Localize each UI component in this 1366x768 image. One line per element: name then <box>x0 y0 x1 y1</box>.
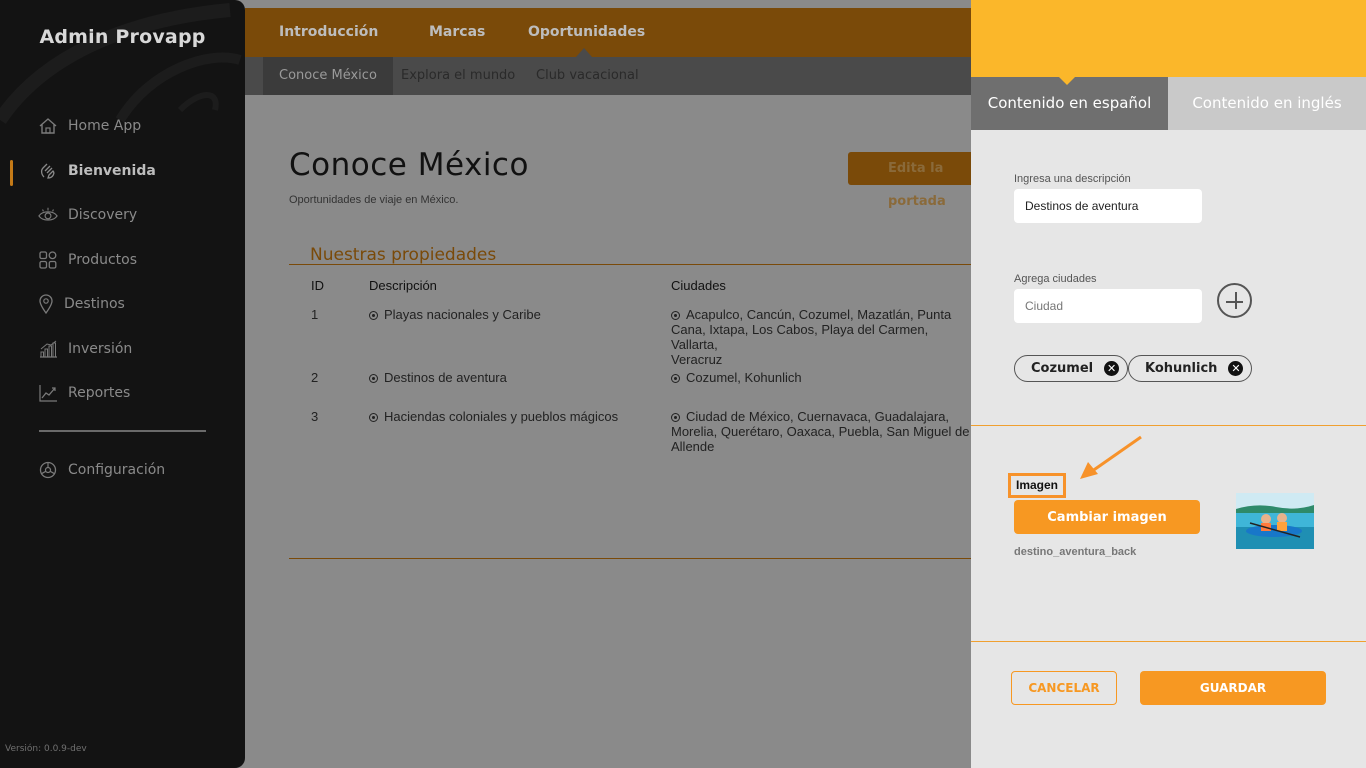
tab-marcas[interactable]: Marcas <box>429 24 485 40</box>
table-cell-id: 1 <box>311 307 319 322</box>
tab-contenido-ingles[interactable]: Contenido en inglés <box>1168 77 1366 130</box>
cities-label: Agrega ciudades <box>1014 273 1097 285</box>
image-thumbnail <box>1236 493 1314 549</box>
sidebar-item-label: Destinos <box>64 296 125 312</box>
bullet-icon <box>671 311 680 321</box>
cancel-button[interactable]: CANCELAR <box>1011 671 1117 705</box>
main-content: Conoce México Oportunidades de viaje en … <box>245 95 998 768</box>
active-indicator <box>10 160 13 186</box>
sidebar-item-label: Home App <box>68 118 142 134</box>
add-city-button[interactable] <box>1217 283 1252 318</box>
table-cell-description: Playas nacionales y Caribe <box>369 307 541 322</box>
subtab-club-vacacional[interactable]: Club vacacional <box>536 57 639 95</box>
description-label: Ingresa una descripción <box>1014 173 1131 185</box>
change-image-button[interactable]: Cambiar imagen <box>1014 500 1200 534</box>
sidebar-item-label: Inversión <box>68 341 133 357</box>
table-cell-description: Haciendas coloniales y pueblos mágicos <box>369 409 618 424</box>
sub-navigation: Conoce México Explora el mundo Club vaca… <box>245 57 971 95</box>
sidebar-item-home-app[interactable]: Home App <box>38 114 141 138</box>
sidebar: Admin Provapp Home App Bienvenida Discov… <box>0 0 245 768</box>
bullet-icon <box>671 413 680 423</box>
top-navigation: Introducción Marcas Oportunidades <box>245 8 971 57</box>
page-subtitle: Oportunidades de viaje en México. <box>289 194 459 206</box>
annotation-arrow-icon <box>1080 435 1142 479</box>
column-header-ciudades: Ciudades <box>671 278 726 293</box>
sidebar-item-destinos[interactable]: Destinos <box>38 292 125 316</box>
panel-divider <box>971 425 1366 426</box>
column-header-descripcion: Descripción <box>369 278 437 293</box>
edit-panel: Contenido en español Contenido en inglés… <box>971 0 1366 768</box>
sidebar-item-configuracion[interactable]: Configuración <box>38 458 165 482</box>
close-icon[interactable]: ✕ <box>1104 361 1120 376</box>
eye-icon <box>38 205 58 225</box>
description-input[interactable] <box>1014 189 1202 223</box>
sidebar-item-label: Reportes <box>68 385 131 401</box>
city-chip-cozumel: Cozumel ✕ <box>1014 355 1129 382</box>
sidebar-item-label: Configuración <box>68 462 166 478</box>
bullet-icon <box>671 374 680 384</box>
sidebar-item-label: Productos <box>68 252 138 268</box>
gear-icon <box>38 460 58 480</box>
panel-header <box>971 0 1366 77</box>
table-cell-cities: Acapulco, Cancún, Cozumel, Mazatlán, Pun… <box>671 307 952 367</box>
image-filename: destino_aventura_back <box>1014 546 1137 558</box>
home-icon <box>38 116 58 136</box>
panel-divider <box>971 641 1366 642</box>
page-title: Conoce México <box>289 147 529 183</box>
line-chart-icon <box>38 383 58 403</box>
sidebar-divider <box>39 430 206 432</box>
sidebar-item-discovery[interactable]: Discovery <box>38 203 137 227</box>
city-input[interactable] <box>1014 289 1202 323</box>
subtab-conoce-mexico[interactable]: Conoce México <box>263 57 393 95</box>
location-icon <box>38 294 54 314</box>
brand-title: Admin Provapp <box>39 26 206 48</box>
grid-icon <box>38 250 58 270</box>
bullet-icon <box>369 311 378 321</box>
section-divider-bottom <box>289 558 989 559</box>
table-cell-cities: Cozumel, Kohunlich <box>671 370 971 385</box>
section-title: Nuestras propiedades <box>310 245 497 265</box>
wave-icon <box>38 161 58 181</box>
section-divider <box>289 264 989 265</box>
tab-oportunidades[interactable]: Oportunidades <box>528 24 645 40</box>
table-cell-cities: Ciudad de México, Cuernavaca, Guadalajar… <box>671 409 970 454</box>
column-header-id: ID <box>311 278 324 293</box>
sidebar-item-reportes[interactable]: Reportes <box>38 381 130 405</box>
image-label: Imagen <box>1008 473 1066 498</box>
bullet-icon <box>369 413 378 423</box>
city-chip-kohunlich: Kohunlich ✕ <box>1128 355 1253 382</box>
sidebar-item-productos[interactable]: Productos <box>38 248 137 272</box>
table-cell-id: 3 <box>311 409 319 424</box>
subtab-explora-el-mundo[interactable]: Explora el mundo <box>401 57 515 95</box>
version-label: Versión: 0.0.9-dev <box>5 744 87 754</box>
active-tab-caret <box>1059 77 1075 85</box>
table-cell-id: 2 <box>311 370 319 385</box>
sidebar-item-bienvenida[interactable]: Bienvenida <box>38 159 156 183</box>
bullet-icon <box>369 374 378 384</box>
sidebar-item-inversion[interactable]: Inversión <box>38 337 132 361</box>
active-tab-caret <box>576 48 592 57</box>
save-button[interactable]: GUARDAR <box>1140 671 1326 705</box>
sidebar-item-label: Bienvenida <box>68 163 156 179</box>
table-cell-description: Destinos de aventura <box>369 370 507 385</box>
tab-introduccion[interactable]: Introducción <box>279 24 378 40</box>
bar-chart-icon <box>38 339 58 359</box>
close-icon[interactable]: ✕ <box>1228 361 1244 376</box>
sidebar-item-label: Discovery <box>68 207 138 223</box>
